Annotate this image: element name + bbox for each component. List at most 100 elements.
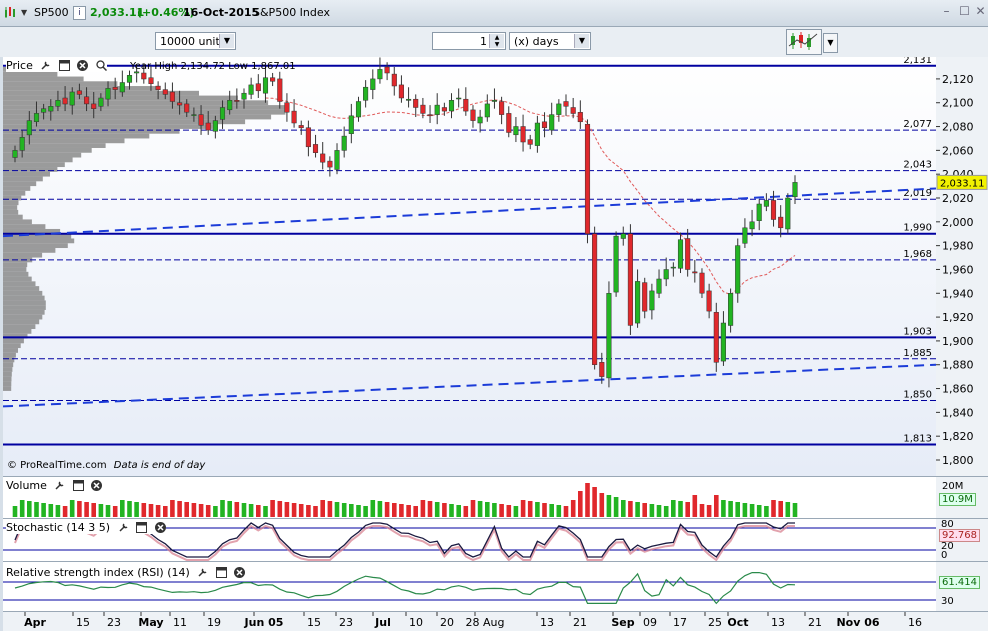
symbol-dropdown-icon[interactable]: ▼ bbox=[21, 8, 27, 17]
volume-profile-bar bbox=[3, 252, 43, 258]
close-circle-icon[interactable] bbox=[77, 60, 89, 71]
candle-body bbox=[370, 78, 376, 90]
candle-body bbox=[141, 72, 147, 80]
volume-bar bbox=[570, 500, 576, 517]
volume-profile-bar bbox=[3, 314, 43, 320]
volume-pane-title: Volume bbox=[6, 479, 47, 492]
zoom-icon[interactable] bbox=[96, 60, 107, 72]
time-tick-label: 13 bbox=[771, 616, 785, 629]
volume-bar bbox=[578, 491, 583, 517]
volume-bar bbox=[513, 506, 519, 517]
candle-body bbox=[12, 150, 18, 158]
chart-style-dropdown[interactable]: ▼ bbox=[823, 33, 838, 53]
symbol-label[interactable]: SP500 bbox=[34, 6, 69, 19]
volume-profile-bar bbox=[3, 243, 68, 249]
time-tick-label: Oct bbox=[727, 616, 748, 629]
candle-body bbox=[427, 114, 433, 117]
volume-bar bbox=[34, 502, 39, 517]
close-circle-icon[interactable] bbox=[91, 480, 103, 491]
volume-bar bbox=[356, 505, 361, 517]
rsi-pane[interactable]: Relative strength index (RSI) (14) bbox=[3, 561, 936, 612]
time-tick-label: Sep bbox=[611, 616, 634, 629]
wrench-icon[interactable] bbox=[197, 567, 208, 578]
time-tick-label: 20 bbox=[440, 616, 454, 629]
chevron-down-icon[interactable]: ▼ bbox=[219, 34, 234, 48]
window-icon[interactable] bbox=[136, 522, 148, 533]
info-icon[interactable]: i bbox=[73, 6, 86, 20]
close-icon[interactable]: ✕ bbox=[974, 5, 987, 18]
candle-body bbox=[656, 278, 662, 294]
close-circle-icon[interactable] bbox=[154, 522, 166, 533]
candle-body bbox=[270, 77, 276, 82]
level-label-1813: 1,813 bbox=[903, 434, 932, 445]
candle-body bbox=[355, 101, 362, 118]
volume-bar bbox=[291, 503, 297, 517]
window-icon[interactable] bbox=[72, 480, 84, 491]
wrench-icon[interactable] bbox=[54, 480, 65, 491]
candle-body bbox=[241, 92, 247, 100]
minimize-icon[interactable]: – bbox=[940, 5, 953, 18]
wrench-icon[interactable] bbox=[40, 60, 51, 71]
chevron-down-icon[interactable]: ▼ bbox=[574, 34, 589, 48]
period-count-stepper[interactable]: 1 ▲ ▼ bbox=[432, 32, 506, 50]
candle-body bbox=[620, 233, 626, 239]
volume-bar bbox=[220, 500, 225, 517]
price-axis[interactable]: 1,800 1,820 1,840 1,860 1,880 1,900 1,920 1,940… bbox=[936, 57, 988, 476]
volume-bar bbox=[105, 505, 111, 517]
time-axis[interactable]: Apr 15 23 May 11 19 Jun 05 15 23 Jul 10 20 28 Aug 13 2… bbox=[3, 611, 988, 631]
close-circle-icon[interactable] bbox=[234, 567, 246, 578]
volume-bar bbox=[341, 503, 347, 517]
level-label-1885: 1,885 bbox=[903, 348, 932, 359]
candle-body bbox=[284, 102, 290, 113]
candle-body bbox=[563, 101, 569, 107]
volume-bar bbox=[642, 503, 647, 517]
volume-bar bbox=[420, 500, 426, 517]
rsi-pane-header: Relative strength index (RSI) (14) bbox=[6, 566, 246, 579]
candle-body bbox=[677, 239, 684, 269]
volume-profile-bar bbox=[3, 295, 45, 301]
candle-body bbox=[212, 120, 218, 132]
candle-body bbox=[377, 69, 383, 80]
volume-bar bbox=[442, 503, 447, 517]
volume-axis-label: 20M bbox=[942, 481, 964, 492]
price-tick-label: 1,820 bbox=[942, 430, 974, 443]
candle-body bbox=[470, 109, 476, 121]
window-icon[interactable] bbox=[215, 567, 227, 578]
volume-pane[interactable]: Volume bbox=[3, 476, 936, 518]
volume-profile-bar bbox=[3, 157, 73, 163]
candle-body bbox=[785, 197, 791, 230]
volume-profile-bar bbox=[3, 386, 12, 391]
volume-bar bbox=[628, 501, 633, 517]
price-tick-label: 2,000 bbox=[942, 216, 974, 229]
stochastic-pane[interactable]: Stochastic (14 3 5) bbox=[3, 518, 936, 561]
candle-body bbox=[642, 282, 648, 312]
candle-body bbox=[549, 114, 555, 131]
volume-profile-bar bbox=[3, 209, 19, 215]
stepper-arrows-icon[interactable]: ▲ ▼ bbox=[489, 34, 504, 48]
price-tick-label: 2,080 bbox=[942, 121, 974, 134]
candle-body bbox=[198, 114, 204, 126]
period-select[interactable]: (x) days ▼ bbox=[509, 32, 591, 50]
candle-body bbox=[649, 290, 655, 311]
candle-body bbox=[234, 100, 240, 102]
price-pane-title: Price bbox=[6, 59, 33, 72]
volume-bar bbox=[205, 505, 211, 517]
window-icon[interactable] bbox=[58, 60, 70, 71]
candle-body bbox=[41, 108, 47, 113]
time-tick-label: 19 bbox=[207, 616, 221, 629]
volume-profile-bar bbox=[3, 352, 16, 358]
wrench-icon[interactable] bbox=[118, 522, 129, 533]
volume-bar bbox=[370, 500, 376, 517]
chart-style-button[interactable] bbox=[786, 29, 822, 55]
price-pane[interactable]: 2,131 2,077 2,043 2,019 1,990 1,968 1,903 1,885… bbox=[3, 57, 936, 476]
volume-bar bbox=[699, 504, 705, 517]
volume-profile-bar bbox=[3, 219, 32, 225]
data-note: Data is end of day bbox=[113, 460, 206, 471]
price-tick-label: 2,020 bbox=[942, 192, 974, 205]
time-tick-label: Apr bbox=[24, 616, 46, 629]
units-select[interactable]: 10000 units ▼ bbox=[155, 32, 236, 50]
maximize-icon[interactable]: ☐ bbox=[958, 5, 971, 18]
volume-bar bbox=[606, 495, 612, 517]
level-label-1968: 1,968 bbox=[903, 249, 932, 260]
price-chart[interactable]: 2,1312,0772,0432,0191,9901,9681,9031,885… bbox=[3, 57, 936, 476]
